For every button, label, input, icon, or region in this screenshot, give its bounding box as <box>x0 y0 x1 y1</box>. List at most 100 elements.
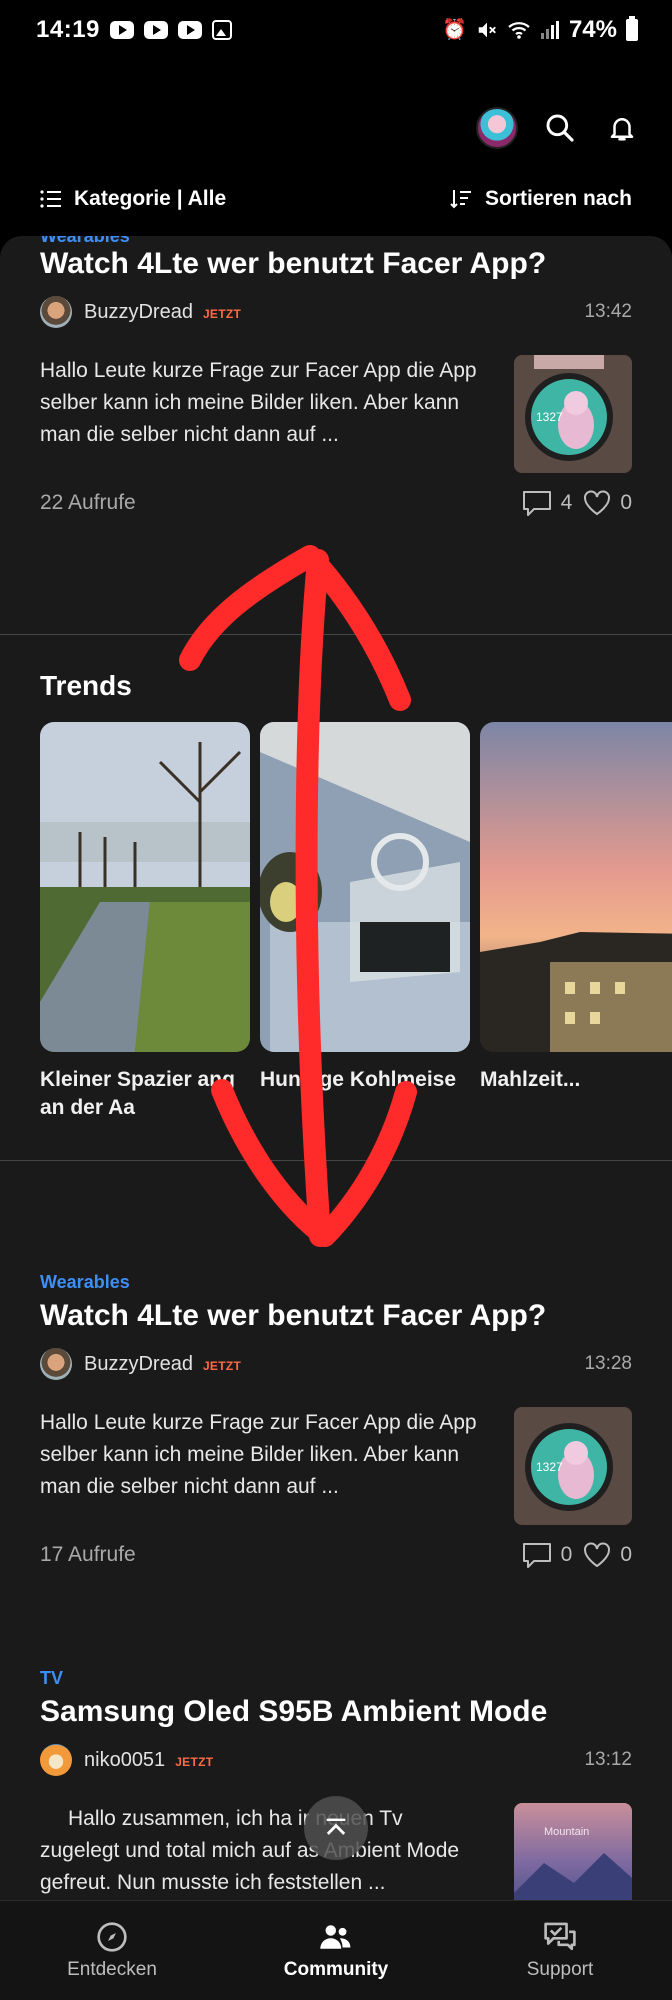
post-footer: 17 Aufrufe 0 0 <box>40 1541 632 1569</box>
like-stat[interactable]: 0 <box>582 1541 632 1569</box>
section-divider <box>0 634 672 635</box>
author-avatar[interactable] <box>40 1744 72 1776</box>
youtube-notification-icon <box>143 21 168 39</box>
trend-card[interactable]: Hung ge Kohlmeise <box>260 722 470 1094</box>
new-badge: JETZT <box>175 1755 214 1769</box>
chat-support-icon <box>544 1922 576 1950</box>
mute-icon <box>478 22 496 38</box>
trend-card[interactable]: Mahlzeit... <box>480 722 672 1094</box>
top-actions <box>476 107 642 149</box>
trend-label: Hung ge Kohlmeise <box>260 1068 457 1091</box>
post-title[interactable]: Watch 4Lte wer benutzt Facer App? <box>40 247 632 281</box>
like-count: 0 <box>620 1543 632 1566</box>
comment-count: 0 <box>560 1543 573 1566</box>
status-time: 14:19 <box>36 16 100 43</box>
author-avatar[interactable] <box>40 1348 72 1380</box>
wifi-icon <box>508 22 530 39</box>
status-left: 14:19 <box>36 16 232 44</box>
watch-thumbnail-text: 1327 <box>536 1460 563 1474</box>
status-bar: 14:19 ⏰ 74% <box>0 0 672 60</box>
list-icon <box>40 190 61 208</box>
filter-bar: Kategorie | Alle Sortieren nach <box>0 176 672 222</box>
battery-percent: 74% <box>568 16 617 43</box>
post-category[interactable]: Wearables <box>40 1272 632 1293</box>
comment-icon <box>522 1543 551 1568</box>
post-excerpt[interactable]: Hallo Leute kurze Frage zur Facer App di… <box>40 355 514 473</box>
status-right: ⏰ 74% <box>442 16 638 44</box>
like-count: 0 <box>620 491 632 514</box>
notifications-button[interactable] <box>602 108 642 148</box>
heart-icon <box>584 490 611 516</box>
post-time: 13:28 <box>584 1353 632 1374</box>
comment-stat[interactable]: 4 <box>521 489 573 517</box>
signal-icon <box>540 21 559 39</box>
nav-label: Entdecken <box>67 1958 157 1980</box>
youtube-notification-icon <box>177 21 202 39</box>
view-count: 22 Aufrufe <box>40 491 136 514</box>
section-divider <box>0 1160 672 1161</box>
post-thumbnail[interactable]: 1327 <box>514 1407 632 1525</box>
post-body: Hallo Leute kurze Frage zur Facer App di… <box>40 1407 632 1525</box>
post-stats: 0 0 <box>521 1541 632 1569</box>
compass-icon <box>97 1921 127 1952</box>
trend-image <box>40 722 250 1052</box>
like-stat[interactable]: 0 <box>582 489 632 517</box>
alarm-icon: ⏰ <box>442 19 467 41</box>
scroll-to-top-button[interactable] <box>304 1796 368 1860</box>
feed[interactable]: Wearables Watch 4Lte wer benutzt Facer A… <box>0 236 672 1900</box>
post-category[interactable]: Wearables <box>40 236 632 247</box>
bell-icon <box>610 118 634 141</box>
post-card[interactable]: TV Samsung Oled S95B Ambient Mode niko00… <box>0 1668 672 1900</box>
post-card[interactable]: Wearables Watch 4Lte wer benutzt Facer A… <box>0 1272 672 1569</box>
tv-thumbnail-text: Mountain <box>544 1826 589 1838</box>
author-avatar[interactable] <box>40 296 72 328</box>
author-name[interactable]: BuzzyDread <box>84 1353 193 1376</box>
post-title[interactable]: Watch 4Lte wer benutzt Facer App? <box>40 1299 632 1333</box>
battery-icon <box>626 16 638 41</box>
search-icon <box>546 114 574 142</box>
post-time: 13:12 <box>584 1749 632 1770</box>
people-icon <box>320 1924 351 1949</box>
author-name[interactable]: BuzzyDread <box>84 301 193 324</box>
post-excerpt[interactable]: Hallo zusammen, ich ha ir neuen Tv zugel… <box>40 1803 514 1900</box>
post-category[interactable]: TV <box>40 1668 632 1689</box>
nav-entdecken[interactable]: Entdecken <box>0 1901 224 2000</box>
category-filter-label: Kategorie | Alle <box>74 187 227 210</box>
nav-community[interactable]: Community <box>224 1901 448 2000</box>
post-meta: BuzzyDread JETZT 13:28 <box>40 1347 632 1381</box>
category-filter-button[interactable]: Kategorie | Alle <box>40 187 226 211</box>
nav-label: Support <box>526 1958 594 1980</box>
sort-label: Sortieren nach <box>484 187 632 210</box>
sort-button[interactable]: Sortieren nach <box>449 187 632 211</box>
post-thumbnail[interactable]: Mountain <box>514 1803 632 1900</box>
new-badge: JETZT <box>202 1359 242 1373</box>
trend-label: Kleiner Spazier ang an der Aa <box>40 1068 235 1119</box>
comment-stat[interactable]: 0 <box>521 1541 573 1569</box>
trend-card[interactable]: Kleiner Spazier ang an der Aa <box>40 722 250 1122</box>
post-excerpt[interactable]: Hallo Leute kurze Frage zur Facer App di… <box>40 1407 514 1525</box>
search-button[interactable] <box>540 108 580 148</box>
comment-count: 4 <box>560 491 573 514</box>
post-meta: niko0051 JETZT 13:12 <box>40 1743 632 1777</box>
new-badge: JETZT <box>202 307 242 321</box>
post-body: Hallo Leute kurze Frage zur Facer App di… <box>40 355 632 473</box>
bottom-nav: Entdecken Community Support <box>0 1900 672 2000</box>
nav-support[interactable]: Support <box>448 1901 672 2000</box>
comment-icon <box>522 491 551 516</box>
watch-thumbnail-text: 1327 <box>536 410 563 424</box>
post-card[interactable]: Wearables Watch 4Lte wer benutzt Facer A… <box>0 236 672 517</box>
sort-icon <box>450 190 471 209</box>
nav-label: Community <box>283 1958 389 1980</box>
chevron-up-icon <box>326 1818 346 1835</box>
post-thumbnail[interactable]: 1327 <box>514 355 632 473</box>
post-time: 13:42 <box>584 301 632 322</box>
watch-thumbnail-image: 1327 <box>514 355 632 473</box>
view-count: 17 Aufrufe <box>40 1543 136 1566</box>
post-stats: 4 0 <box>521 489 632 517</box>
youtube-notification-icon <box>109 21 134 39</box>
post-title[interactable]: Samsung Oled S95B Ambient Mode <box>40 1695 632 1729</box>
post-footer: 22 Aufrufe 4 0 <box>40 489 632 517</box>
heart-icon <box>584 1542 611 1568</box>
author-name[interactable]: niko0051 <box>84 1749 165 1772</box>
profile-avatar[interactable] <box>476 107 518 149</box>
